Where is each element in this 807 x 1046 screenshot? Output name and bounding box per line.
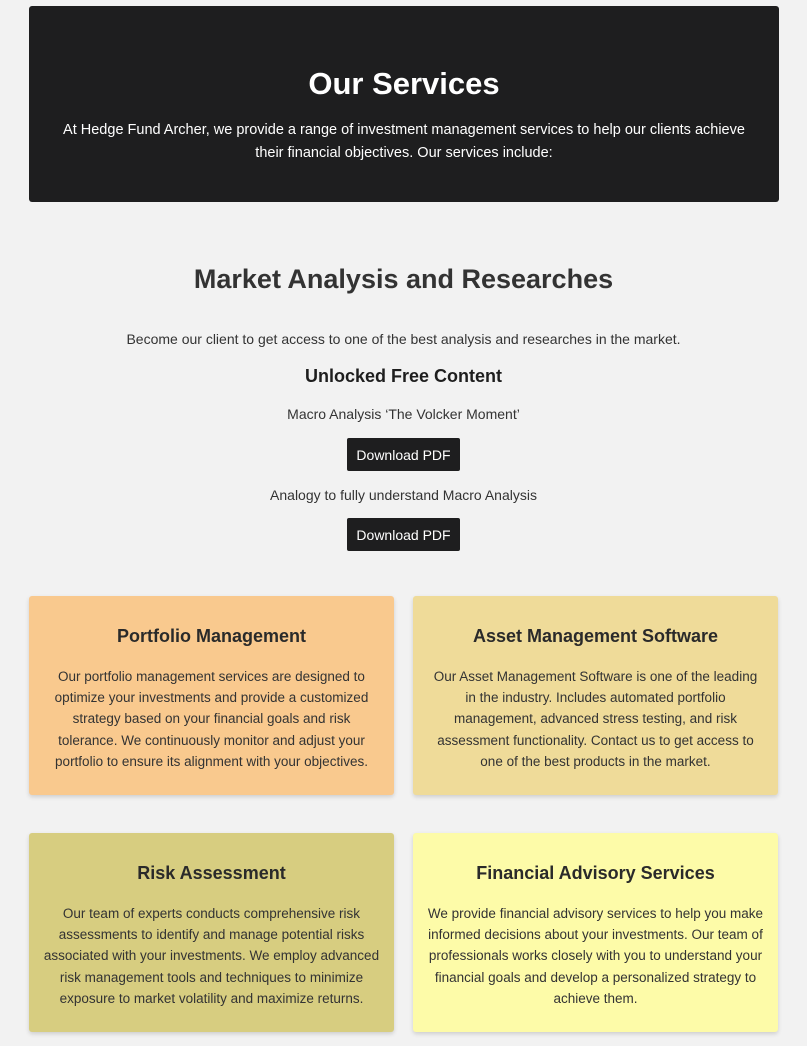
service-card-risk-assessment: Risk Assessment Our team of experts cond… xyxy=(29,833,394,1032)
hero-description: At Hedge Fund Archer, we provide a range… xyxy=(63,122,745,161)
market-analysis-title: Market Analysis and Researches xyxy=(193,264,614,294)
download-pdf-button-volcker[interactable]: Download PDF xyxy=(347,438,460,471)
service-card-text: Our team of experts conducts comprehensi… xyxy=(43,906,380,1006)
services-hero: Our Services At Hedge Fund Archer, we pr… xyxy=(29,6,779,202)
service-card-financial-advisory: Financial Advisory Services We provide f… xyxy=(413,833,778,1032)
service-card-title: Portfolio Management xyxy=(116,626,306,646)
service-card-portfolio-management: Portfolio Management Our portfolio manag… xyxy=(29,596,394,795)
service-card-title: Risk Assessment xyxy=(137,863,286,883)
service-card-text: We provide financial advisory services t… xyxy=(427,906,764,1006)
service-card-text: Our portfolio management services are de… xyxy=(54,669,369,769)
market-analysis-intro: Become our client to get access to one o… xyxy=(126,331,681,347)
download-pdf-button-analogy[interactable]: Download PDF xyxy=(347,518,460,551)
document-label-analogy: Analogy to fully understand Macro Analys… xyxy=(270,487,537,503)
free-content-heading: Unlocked Free Content xyxy=(304,366,503,386)
hero-title: Our Services xyxy=(308,66,500,101)
service-card-title: Financial Advisory Services xyxy=(476,863,715,883)
service-card-title: Asset Management Software xyxy=(472,626,719,646)
document-label-volcker: Macro Analysis ‘The Volcker Moment’ xyxy=(287,406,520,422)
service-card-text: Our Asset Management Software is one of … xyxy=(433,669,758,769)
service-card-asset-management-software: Asset Management Software Our Asset Mana… xyxy=(413,596,778,795)
